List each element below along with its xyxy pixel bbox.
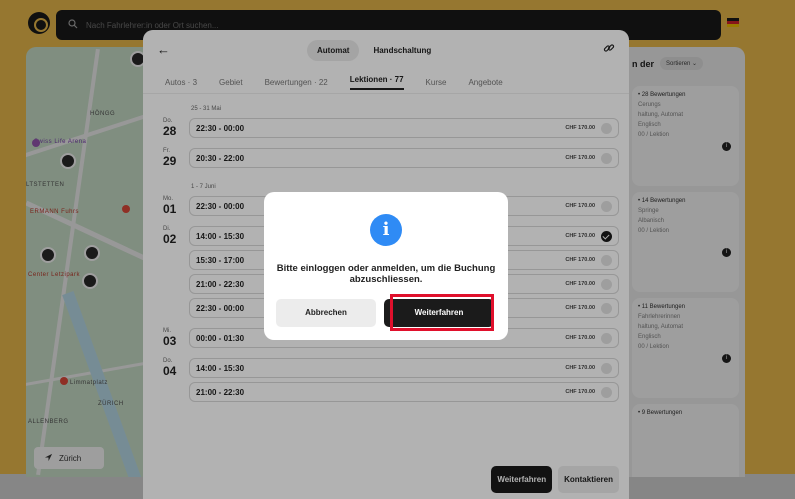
cancel-button[interactable]: Abbrechen <box>276 299 376 327</box>
highlight-box <box>390 294 494 331</box>
info-icon: i <box>370 214 402 246</box>
dialog-message: Bitte einloggen oder anmelden, um die Bu… <box>276 263 496 285</box>
